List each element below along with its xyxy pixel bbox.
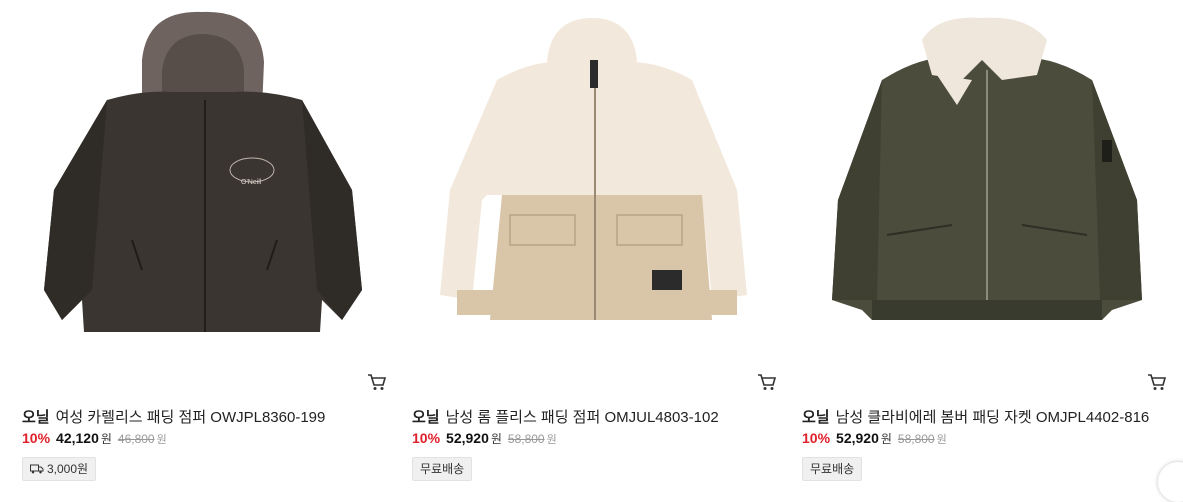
product-image[interactable]: O'Neill [22, 0, 394, 365]
discount-rate: 10% [22, 430, 51, 446]
product-name: 남성 클라비에레 봄버 패딩 자켓 OMJPL4402-816 [835, 409, 1150, 426]
discount-rate: 10% [412, 430, 441, 446]
product-price: 10% 42,120 원 46,800 원 [22, 430, 167, 447]
product-title[interactable]: 오닐 남성 롬 플리스 패딩 점퍼 OMJUL4803-102 [412, 406, 719, 427]
product-brand: 오닐 [22, 409, 50, 426]
product-card[interactable]: 오닐 남성 롬 플리스 패딩 점퍼 OMJUL4803-102 10% 52,920… [412, 0, 784, 496]
discount-rate: 10% [802, 430, 831, 446]
product-card[interactable]: O'Neill 오닐 여성 카렐리스 패딩 점퍼 OWJPL8360-199 10… [22, 0, 394, 496]
sale-currency: 원 [490, 432, 502, 446]
product-price: 10% 52,920 원 58,800 원 [802, 430, 947, 447]
product-name: 여성 카렐리스 패딩 점퍼 OWJPL8360-199 [55, 409, 326, 426]
product-brand: 오닐 [412, 409, 440, 426]
jacket-hooded-image: O'Neill [44, 11, 362, 333]
jacket-fleece-image [440, 18, 747, 320]
sale-price: 42,120 [56, 430, 99, 446]
product-card[interactable]: 오닐 남성 클라비에레 봄버 패딩 자켓 OMJPL4402-816 10% 52,… [802, 0, 1174, 496]
cart-icon[interactable] [366, 372, 388, 392]
sale-price: 52,920 [836, 430, 879, 446]
product-brand: 오닐 [802, 409, 830, 426]
original-currency: 원 [156, 434, 167, 446]
original-currency: 원 [936, 434, 947, 446]
original-price: 58,800 [897, 432, 935, 446]
product-grid: O'Neill 오닐 여성 카렐리스 패딩 점퍼 OWJPL8360-199 10… [0, 0, 1183, 496]
truck-icon [30, 459, 44, 481]
sale-currency: 원 [880, 432, 892, 446]
sale-currency: 원 [100, 432, 112, 446]
svg-text:O'Neill: O'Neill [241, 179, 262, 186]
sale-price: 52,920 [446, 430, 489, 446]
shipping-label: 3,000원 [47, 462, 89, 476]
product-title[interactable]: 오닐 남성 클라비에레 봄버 패딩 자켓 OMJPL4402-816 [802, 406, 1149, 427]
product-price: 10% 52,920 원 58,800 원 [412, 430, 557, 447]
cart-icon[interactable] [756, 372, 778, 392]
cart-icon[interactable] [1146, 372, 1168, 392]
product-name: 남성 롬 플리스 패딩 점퍼 OMJUL4803-102 [445, 409, 719, 426]
product-image[interactable] [802, 0, 1174, 365]
product-image[interactable] [412, 0, 784, 365]
shipping-badge: 3,000원 [22, 457, 97, 481]
shipping-label: 무료배송 [420, 462, 465, 476]
jacket-bomber-image [832, 17, 1142, 321]
shipping-badge: 무료배송 [802, 457, 863, 481]
shipping-badge: 무료배송 [412, 457, 473, 481]
product-title[interactable]: 오닐 여성 카렐리스 패딩 점퍼 OWJPL8360-199 [22, 406, 325, 427]
shipping-label: 무료배송 [810, 462, 855, 476]
original-price: 46,800 [117, 432, 155, 446]
original-price: 58,800 [507, 432, 545, 446]
original-currency: 원 [546, 434, 557, 446]
